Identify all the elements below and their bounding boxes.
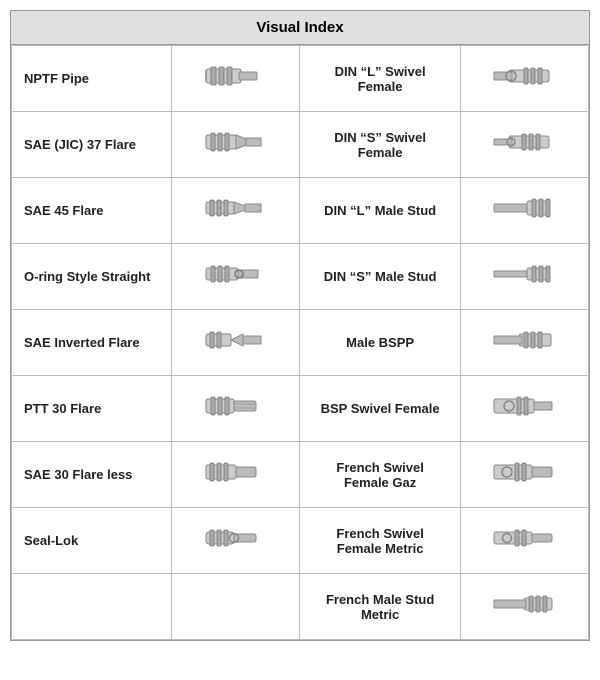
left-label-3: O-ring Style Straight — [12, 244, 172, 310]
table-row: SAE 30 Flare less French Swivel Female G… — [12, 442, 589, 508]
connector-icon — [201, 549, 271, 566]
left-icon-0 — [172, 46, 300, 112]
table-row: SAE (JIC) 37 Flare DIN “S” Swivel Female — [12, 112, 589, 178]
connector-icon — [201, 615, 271, 632]
connector-icon — [489, 351, 559, 368]
connector-icon — [201, 87, 271, 104]
connector-icon — [201, 417, 271, 434]
table-row: SAE Inverted Flare Male BSPP — [12, 310, 589, 376]
right-label-3: DIN “S” Male Stud — [300, 244, 460, 310]
right-icon-4 — [460, 310, 588, 376]
connector-icon — [201, 285, 271, 302]
connector-icon — [489, 483, 559, 500]
left-label-5: PTT 30 Flare — [12, 376, 172, 442]
right-label-6: French Swivel Female Gaz — [300, 442, 460, 508]
table-row: O-ring Style Straight DIN “S” Male Stud — [12, 244, 589, 310]
connector-icon — [201, 483, 271, 500]
left-icon-1 — [172, 112, 300, 178]
left-label-6: SAE 30 Flare less — [12, 442, 172, 508]
right-icon-0 — [460, 46, 588, 112]
left-label-1: SAE (JIC) 37 Flare — [12, 112, 172, 178]
right-icon-6 — [460, 442, 588, 508]
left-icon-4 — [172, 310, 300, 376]
right-icon-3 — [460, 244, 588, 310]
right-label-5: BSP Swivel Female — [300, 376, 460, 442]
connector-icon — [489, 549, 559, 566]
connector-icon — [201, 351, 271, 368]
left-icon-2 — [172, 178, 300, 244]
left-icon-3 — [172, 244, 300, 310]
connector-icon — [489, 153, 559, 170]
right-label-8: French Male Stud Metric — [300, 574, 460, 640]
left-icon-5 — [172, 376, 300, 442]
table-row: NPTF Pipe DIN “L” Swivel Female — [12, 46, 589, 112]
right-label-4: Male BSPP — [300, 310, 460, 376]
right-icon-5 — [460, 376, 588, 442]
left-label-7: Seal-Lok — [12, 508, 172, 574]
right-label-0: DIN “L” Swivel Female — [300, 46, 460, 112]
left-label-0: NPTF Pipe — [12, 46, 172, 112]
right-label-1: DIN “S” Swivel Female — [300, 112, 460, 178]
right-label-2: DIN “L” Male Stud — [300, 178, 460, 244]
table-row: French Male Stud Metric — [12, 574, 589, 640]
left-icon-6 — [172, 442, 300, 508]
connector-icon — [489, 615, 559, 632]
left-label-4: SAE Inverted Flare — [12, 310, 172, 376]
right-icon-2 — [460, 178, 588, 244]
right-label-7: French Swivel Female Metric — [300, 508, 460, 574]
connector-icon — [489, 285, 559, 302]
visual-index: Visual Index NPTF Pipe DIN “L” Swivel Fe… — [10, 10, 590, 641]
left-label-2: SAE 45 Flare — [12, 178, 172, 244]
connector-icon — [489, 417, 559, 434]
connector-icon — [489, 219, 559, 236]
table-row: PTT 30 Flare BSP Swivel Female — [12, 376, 589, 442]
table-row: SAE 45 Flare DIN “L” Male Stud — [12, 178, 589, 244]
connector-icon — [489, 87, 559, 104]
connector-icon — [201, 153, 271, 170]
left-icon-8 — [172, 574, 300, 640]
table-row: Seal-Lok French Swivel Female Metric — [12, 508, 589, 574]
connector-icon — [201, 219, 271, 236]
right-icon-1 — [460, 112, 588, 178]
index-table: NPTF Pipe DIN “L” Swivel Female SAE (JIC… — [11, 45, 589, 640]
table-title: Visual Index — [11, 11, 589, 45]
right-icon-8 — [460, 574, 588, 640]
left-label-8 — [12, 574, 172, 640]
right-icon-7 — [460, 508, 588, 574]
left-icon-7 — [172, 508, 300, 574]
